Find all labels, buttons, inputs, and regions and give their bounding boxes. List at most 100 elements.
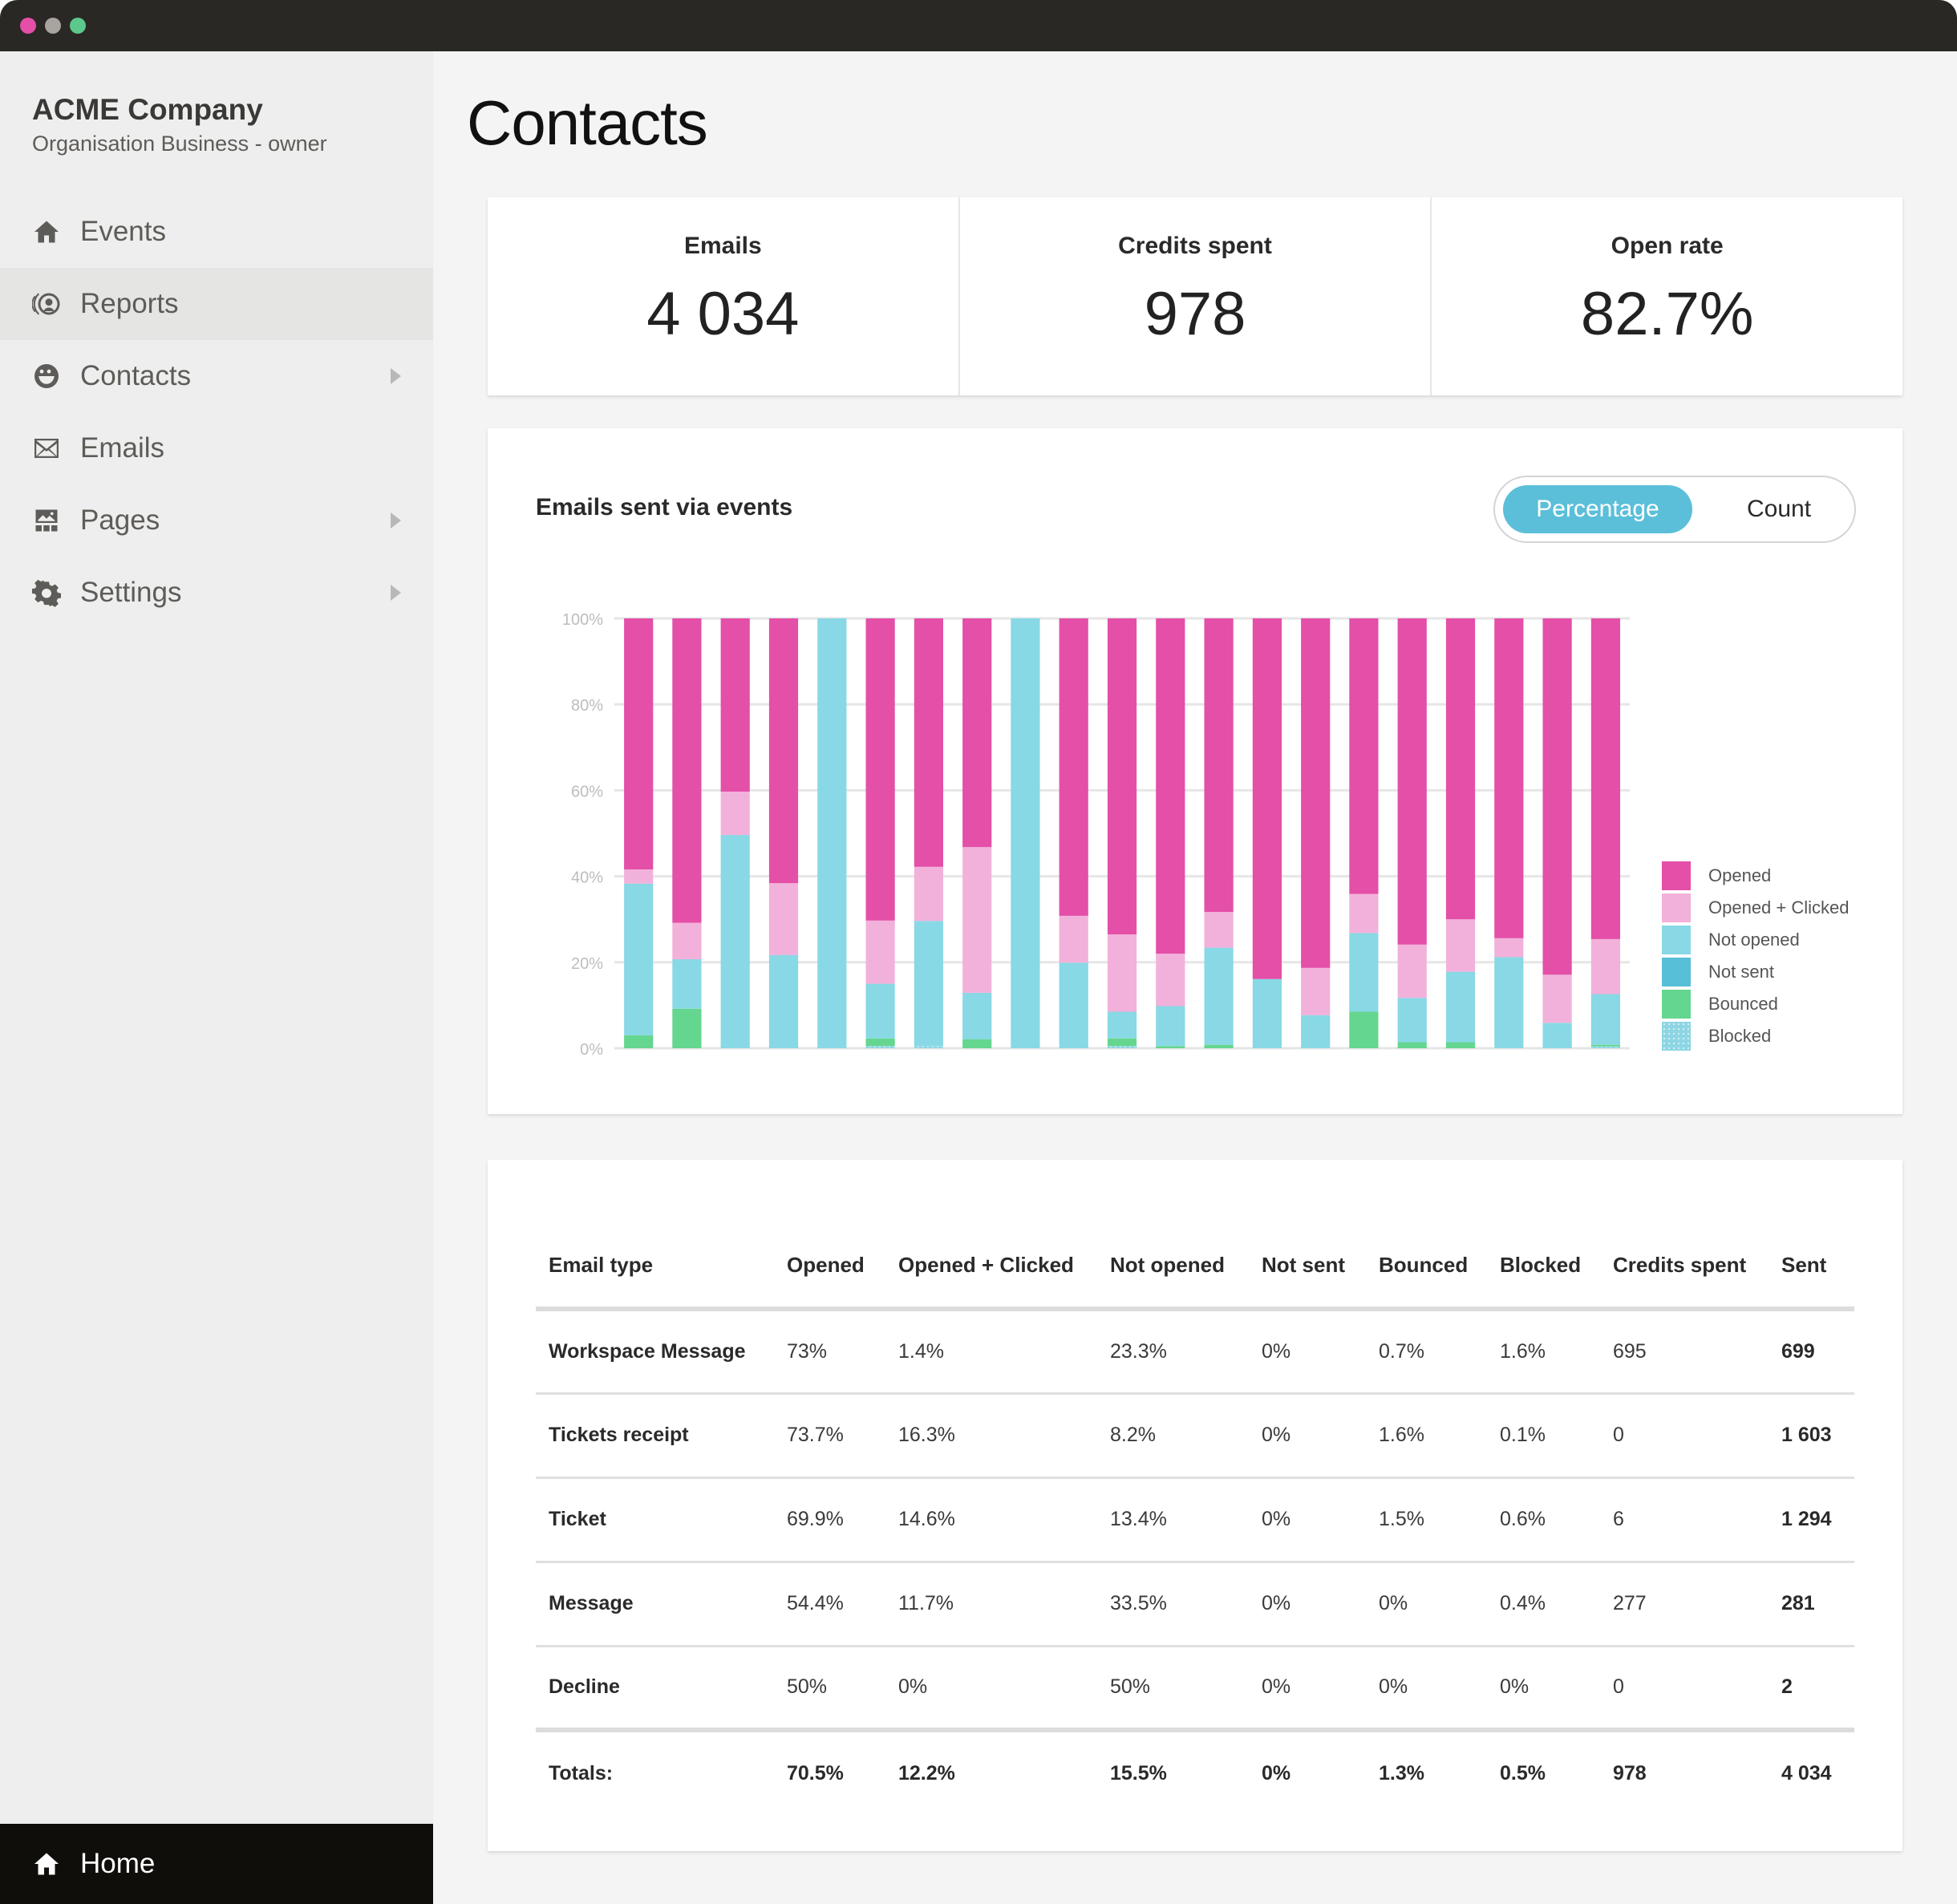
bar-segment-opened[interactable] — [1252, 618, 1282, 979]
bar-segment-not-opened[interactable] — [817, 618, 847, 1048]
bar-group[interactable] — [1590, 618, 1620, 1048]
column-header[interactable]: Not opened — [1097, 1224, 1249, 1311]
bar-segment-opened[interactable] — [1349, 618, 1379, 894]
bar-segment-opened[interactable] — [768, 618, 799, 884]
bar-segment-opened-clicked[interactable] — [1542, 974, 1572, 1023]
column-header[interactable]: Opened + Clicked — [885, 1224, 1097, 1311]
bar-segment-opened[interactable] — [672, 618, 702, 923]
column-header[interactable]: Sent — [1769, 1224, 1854, 1311]
bar-segment-opened-clicked[interactable] — [672, 922, 702, 960]
column-header[interactable]: Credits spent — [1600, 1224, 1769, 1311]
bar-group[interactable] — [720, 618, 750, 1048]
bar-segment-opened[interactable] — [1204, 618, 1234, 913]
bar-group[interactable] — [817, 618, 847, 1048]
column-header[interactable]: Not sent — [1249, 1224, 1366, 1311]
bar-group[interactable] — [768, 618, 799, 1048]
legend-item[interactable]: Opened — [1662, 860, 1850, 892]
bar-segment-not-opened[interactable] — [1107, 1011, 1137, 1039]
bar-segment-opened-clicked[interactable] — [1204, 912, 1234, 948]
bar-segment-blocked[interactable] — [1107, 1046, 1137, 1048]
bar-segment-opened-clicked[interactable] — [914, 866, 943, 922]
bar-segment-not-opened[interactable] — [624, 883, 654, 1035]
bar-segment-not-opened[interactable] — [914, 921, 943, 1047]
bar-group[interactable] — [1252, 618, 1282, 1048]
legend-item[interactable]: Not sent — [1662, 956, 1850, 988]
bar-segment-opened-clicked[interactable] — [865, 920, 895, 984]
bar-group[interactable] — [1204, 618, 1234, 1048]
bar-segment-bounced[interactable] — [1204, 1044, 1234, 1048]
bar-segment-opened[interactable] — [624, 618, 654, 869]
bar-group[interactable] — [1301, 618, 1331, 1048]
bar-segment-not-opened[interactable] — [1494, 957, 1524, 1048]
bar-segment-opened[interactable] — [1397, 618, 1427, 945]
bar-segment-opened[interactable] — [720, 618, 750, 792]
column-header[interactable]: Opened — [774, 1224, 885, 1311]
bar-segment-not-opened[interactable] — [1156, 1006, 1185, 1047]
bar-group[interactable] — [1494, 618, 1524, 1048]
chevron-right-icon[interactable] — [391, 512, 401, 529]
window-minimize-button[interactable] — [45, 18, 61, 34]
bar-segment-opened-clicked[interactable] — [1397, 944, 1427, 999]
bar-group[interactable] — [1107, 618, 1137, 1048]
bar-segment-opened[interactable] — [1156, 618, 1185, 954]
bar-segment-bounced[interactable] — [624, 1035, 654, 1048]
bar-segment-bounced[interactable] — [962, 1039, 992, 1048]
bar-segment-opened-clicked[interactable] — [768, 883, 799, 955]
bar-group[interactable] — [1445, 618, 1476, 1048]
bar-segment-bounced[interactable] — [672, 1008, 702, 1048]
bar-segment-not-opened[interactable] — [1590, 994, 1620, 1045]
bar-segment-opened-clicked[interactable] — [720, 792, 750, 836]
bar-segment-not-opened[interactable] — [1397, 998, 1427, 1043]
bar-group[interactable] — [672, 618, 702, 1048]
column-header[interactable]: Email type — [536, 1224, 774, 1311]
bar-segment-opened[interactable] — [1590, 618, 1620, 939]
bar-segment-opened-clicked[interactable] — [962, 847, 992, 993]
bar-group[interactable] — [914, 618, 943, 1048]
bar-segment-not-opened[interactable] — [962, 992, 992, 1039]
bar-group[interactable] — [1011, 618, 1040, 1048]
sidebar-item-contacts[interactable]: Contacts — [0, 340, 433, 412]
sidebar-item-emails[interactable]: Emails — [0, 412, 433, 484]
bar-segment-blocked[interactable] — [914, 1046, 943, 1048]
chevron-right-icon[interactable] — [391, 368, 401, 384]
sidebar-item-events[interactable]: Events — [0, 196, 433, 268]
bar-segment-opened-clicked[interactable] — [1494, 938, 1524, 958]
bar-segment-not-opened[interactable] — [1445, 971, 1476, 1043]
bar-segment-bounced[interactable] — [865, 1038, 895, 1047]
bar-segment-blocked[interactable] — [1590, 1046, 1620, 1048]
bar-segment-bounced[interactable] — [1590, 1044, 1620, 1047]
legend-item[interactable]: Opened + Clicked — [1662, 892, 1850, 924]
bar-segment-not-opened[interactable] — [1059, 962, 1088, 1048]
bar-segment-opened[interactable] — [1107, 618, 1137, 934]
legend-item[interactable]: Bounced — [1662, 988, 1850, 1020]
bar-segment-opened-clicked[interactable] — [1156, 954, 1185, 1007]
bar-segment-not-opened[interactable] — [1011, 618, 1040, 1048]
bar-group[interactable] — [1397, 618, 1427, 1049]
bar-segment-not-opened[interactable] — [1301, 1015, 1331, 1048]
bar-segment-opened-clicked[interactable] — [624, 869, 654, 884]
bar-group[interactable] — [1349, 618, 1379, 1048]
bar-segment-blocked[interactable] — [865, 1046, 895, 1048]
column-header[interactable]: Blocked — [1487, 1224, 1600, 1311]
column-header[interactable]: Bounced — [1366, 1224, 1487, 1311]
bar-segment-opened[interactable] — [865, 618, 895, 921]
bar-group[interactable] — [624, 618, 654, 1048]
bar-segment-opened-clicked[interactable] — [1301, 967, 1331, 1015]
sidebar-item-pages[interactable]: Pages — [0, 484, 433, 557]
window-maximize-button[interactable] — [70, 18, 86, 34]
legend-item[interactable]: Not opened — [1662, 924, 1850, 956]
bar-segment-bounced[interactable] — [1156, 1046, 1185, 1048]
bar-segment-opened-clicked[interactable] — [1059, 915, 1088, 963]
home-button[interactable]: Home — [0, 1824, 433, 1904]
bar-group[interactable] — [962, 618, 992, 1048]
sidebar-item-reports[interactable]: Reports — [0, 268, 433, 340]
bar-segment-bounced[interactable] — [1397, 1042, 1427, 1049]
bar-segment-not-opened[interactable] — [672, 959, 702, 1009]
sidebar-item-settings[interactable]: Settings — [0, 557, 433, 629]
bar-segment-opened-clicked[interactable] — [1349, 893, 1379, 934]
bar-segment-opened[interactable] — [1494, 618, 1524, 938]
bar-group[interactable] — [865, 618, 895, 1048]
bar-segment-not-opened[interactable] — [865, 983, 895, 1039]
window-close-button[interactable] — [20, 18, 36, 34]
bar-segment-not-opened[interactable] — [1204, 947, 1234, 1045]
